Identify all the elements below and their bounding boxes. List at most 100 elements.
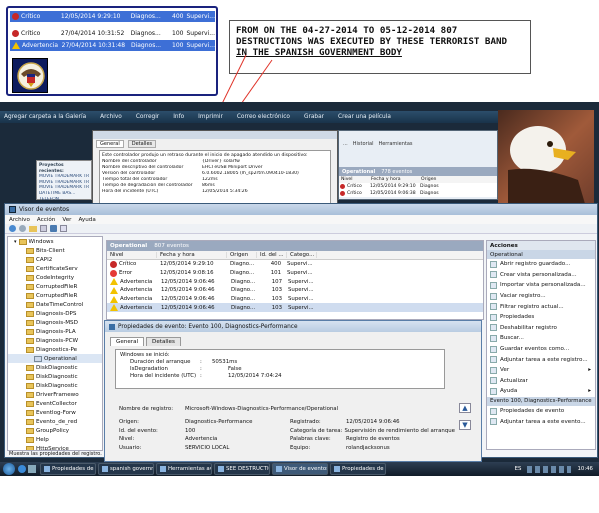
action-item[interactable]: Importar vista personalizada... bbox=[487, 280, 595, 291]
tree-item[interactable]: HttpService bbox=[8, 444, 102, 450]
gallery-toolbar-item[interactable]: Archivo bbox=[100, 114, 122, 120]
menu-ayuda[interactable]: Ayuda bbox=[78, 217, 95, 223]
tree-item[interactable]: Help bbox=[8, 435, 102, 444]
tree-item[interactable]: GroupPolicy bbox=[8, 426, 102, 435]
tree-item[interactable]: DiskDiagnostic bbox=[8, 372, 102, 381]
action-item[interactable]: Deshabilitar registro bbox=[487, 323, 595, 334]
dialog-tab-general[interactable]: General bbox=[110, 337, 145, 346]
action-item[interactable]: Ayuda ▸ bbox=[487, 386, 595, 397]
recent-project[interactable]: MOVIE TRADEMARK TRA... bbox=[39, 174, 89, 180]
list-icon[interactable] bbox=[40, 225, 47, 232]
event-row[interactable]: Advertencia 12/05/2014 9:06:46 Diagno... 10… bbox=[107, 277, 483, 286]
back-mini-header[interactable]: Fecha y hora bbox=[369, 177, 419, 182]
action-item[interactable]: Ver ▸ bbox=[487, 365, 595, 376]
panel-icon[interactable] bbox=[60, 225, 67, 232]
tree-item[interactable]: DiskDiagnostic bbox=[8, 381, 102, 390]
action-item[interactable]: Adjuntar tarea a este evento... bbox=[487, 416, 595, 427]
tree-item[interactable]: DriverFramewo bbox=[8, 390, 102, 399]
gallery-toolbar-item[interactable]: Info bbox=[173, 114, 184, 120]
menu-archivo[interactable]: Archivo bbox=[9, 217, 30, 223]
actions-section-event[interactable]: Evento 100, Diagnostics-Performance bbox=[487, 396, 595, 406]
menu-acción[interactable]: Acción bbox=[37, 217, 55, 223]
back-tab[interactable]: Detalles bbox=[127, 139, 157, 148]
actions-section-operational[interactable]: Operational bbox=[487, 250, 595, 259]
forward-arrow-icon[interactable] bbox=[19, 225, 26, 232]
action-item[interactable]: Actualizar bbox=[487, 376, 595, 387]
taskbar-button[interactable]: Propiedades de ev... bbox=[330, 463, 386, 475]
tree-item[interactable]: CorruptedFileR bbox=[8, 291, 102, 300]
back-right-tab[interactable]: ... bbox=[343, 141, 348, 147]
quicklaunch-ie-icon[interactable] bbox=[18, 465, 26, 473]
tree-item[interactable]: Eventlog-Forw bbox=[8, 408, 102, 417]
gallery-toolbar-item[interactable]: Correo electrónico bbox=[237, 114, 290, 120]
event-row[interactable]: Advertencia 12/05/2014 9:06:46 Diagno... 10… bbox=[107, 303, 483, 313]
back-mini-row[interactable]: Crítico 12/05/2014 9:06:38 Diagnos bbox=[339, 190, 497, 197]
gallery-toolbar-item[interactable]: Agregar carpeta a la Galería bbox=[4, 114, 86, 120]
back-mini-header[interactable]: Origen bbox=[419, 177, 459, 182]
action-item[interactable]: Adjuntar tarea a este registro... bbox=[487, 354, 595, 365]
gallery-toolbar-item[interactable]: Grabar bbox=[304, 114, 324, 120]
tree-item[interactable]: Diagnostics-Pe bbox=[8, 345, 102, 354]
gallery-toolbar-item[interactable]: Crear una película bbox=[338, 114, 391, 120]
back-mini-header[interactable]: Nivel bbox=[339, 177, 369, 182]
tree-item[interactable]: Operational bbox=[8, 354, 102, 363]
help-icon[interactable] bbox=[50, 225, 57, 232]
action-item[interactable]: Vaciar registro... bbox=[487, 291, 595, 302]
tree-item[interactable]: Diagnosis-DPS bbox=[8, 309, 102, 318]
event-row[interactable]: Crítico 12/05/2014 9:29:10 Diagno... 400 Sup… bbox=[107, 260, 483, 269]
event-row[interactable]: Advertencia 12/05/2014 9:06:46 Diagno... 10… bbox=[107, 286, 483, 295]
quicklaunch-desktop-icon[interactable] bbox=[28, 465, 36, 473]
scroll-down-button[interactable]: ▼ bbox=[459, 420, 471, 430]
action-item[interactable]: Buscar... bbox=[487, 333, 595, 344]
column-header[interactable]: Nivel bbox=[107, 252, 157, 258]
back-tab[interactable]: General bbox=[96, 139, 124, 148]
column-header[interactable]: Fecha y hora bbox=[157, 252, 227, 258]
tree-item[interactable]: Bits-Client bbox=[8, 246, 102, 255]
action-item[interactable]: Abrir registro guardado... bbox=[487, 259, 595, 270]
taskbar-button[interactable]: spanish governme... bbox=[98, 463, 154, 475]
dialog-field: Registrado: 12/05/2014 9:06:46 bbox=[290, 418, 455, 427]
start-button[interactable] bbox=[3, 463, 15, 475]
tree-item[interactable]: Diagnosis-MSD bbox=[8, 318, 102, 327]
taskbar-button[interactable]: SEE DESTRUCTIO... bbox=[214, 463, 270, 475]
collapse-icon[interactable]: ▾ bbox=[14, 239, 17, 245]
taskbar-button[interactable]: Propiedades de la ... bbox=[40, 463, 96, 475]
column-header[interactable]: Origen bbox=[227, 252, 257, 258]
column-header[interactable]: Id. del ... bbox=[257, 252, 287, 258]
back-right-tab[interactable]: Herramientas bbox=[378, 141, 412, 147]
tree-item[interactable]: Evento_de_red bbox=[8, 417, 102, 426]
tree-item[interactable]: CorruptedFileR bbox=[8, 282, 102, 291]
column-header[interactable]: Catego... bbox=[287, 252, 317, 258]
action-item[interactable]: Propiedades de evento bbox=[487, 406, 595, 417]
action-item[interactable]: Crear vista personalizada... bbox=[487, 270, 595, 281]
gallery-toolbar-item[interactable]: Corregir bbox=[136, 114, 159, 120]
tree-item[interactable]: DiskDiagnostic bbox=[8, 363, 102, 372]
dialog-tab-detalles[interactable]: Detalles bbox=[146, 337, 181, 346]
menu-ver[interactable]: Ver bbox=[62, 217, 71, 223]
taskbar-button[interactable]: Herramientas ava... bbox=[156, 463, 212, 475]
tree-item[interactable]: Diagnosis-PCW bbox=[8, 336, 102, 345]
scroll-up-button[interactable]: ▲ bbox=[459, 403, 471, 413]
tree-item[interactable]: EventCollector bbox=[8, 399, 102, 408]
back-arrow-icon[interactable] bbox=[9, 225, 16, 232]
taskbar-button[interactable]: Visor de eventos bbox=[272, 463, 328, 475]
action-item[interactable]: Propiedades bbox=[487, 312, 595, 323]
tree-item[interactable]: CAPI2 bbox=[8, 255, 102, 264]
tree-item[interactable]: CodeIntegrity bbox=[8, 273, 102, 282]
recent-project[interactable]: TELEFON... bbox=[39, 197, 89, 203]
action-item[interactable]: Guardar eventos como... bbox=[487, 344, 595, 355]
action-item[interactable]: Filtrar registro actual... bbox=[487, 301, 595, 312]
back-mini-row[interactable]: Crítico 12/05/2014 9:29:10 Diagnos bbox=[339, 183, 497, 190]
language-indicator[interactable]: ES bbox=[515, 466, 522, 472]
tree-item[interactable]: Diagnosis-PLA bbox=[8, 327, 102, 336]
folder-icon bbox=[26, 400, 34, 407]
tree-item[interactable]: ▾ Windows bbox=[8, 237, 102, 246]
gallery-toolbar-item[interactable]: Imprimir bbox=[198, 114, 223, 120]
tree-item[interactable]: CertificateServ bbox=[8, 264, 102, 273]
event-row[interactable]: Advertencia 12/05/2014 9:06:46 Diagno... 10… bbox=[107, 295, 483, 304]
dialog-field-label: Nivel: bbox=[119, 436, 135, 443]
event-row[interactable]: Error 12/05/2014 9:08:16 Diagno... 101 Super… bbox=[107, 269, 483, 278]
tree-item[interactable]: DateTimeControl bbox=[8, 300, 102, 309]
back-right-tab[interactable]: Historial bbox=[353, 141, 374, 147]
folder-icon[interactable] bbox=[29, 225, 37, 232]
